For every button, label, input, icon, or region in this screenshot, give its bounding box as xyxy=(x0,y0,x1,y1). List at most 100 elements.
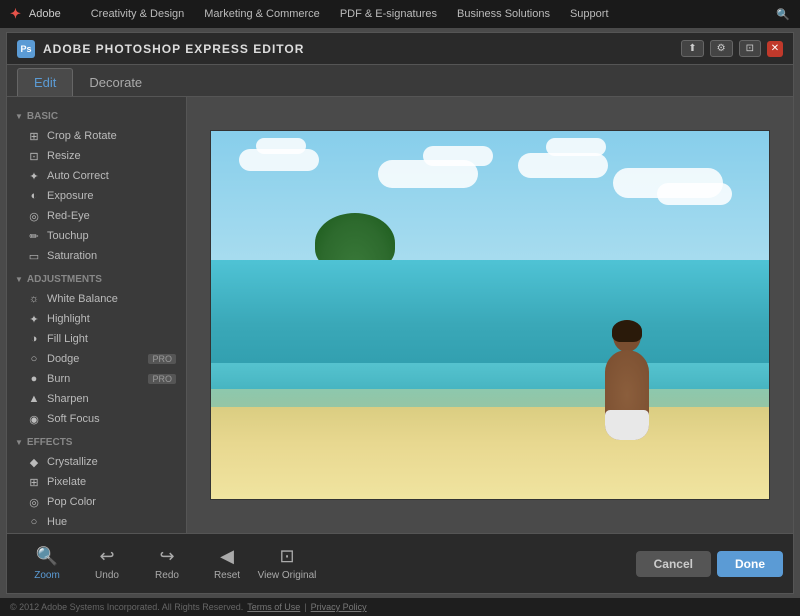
sidebar-item-pop-color[interactable]: ◎ Pop Color xyxy=(7,492,186,512)
main-body: ▼ BASIC ⊞ Crop & Rotate ⊡ Resize ✦ Auto … xyxy=(7,97,793,533)
footer-privacy-link[interactable]: Privacy Policy xyxy=(311,602,367,612)
person-hair xyxy=(612,320,642,342)
nav-pdf[interactable]: PDF & E-signatures xyxy=(340,8,437,20)
highlight-icon: ✦ xyxy=(27,312,41,326)
crop-rotate-icon: ⊞ xyxy=(27,129,41,143)
sidebar: ▼ BASIC ⊞ Crop & Rotate ⊡ Resize ✦ Auto … xyxy=(7,97,187,533)
crystallize-icon: ◆ xyxy=(27,455,41,469)
top-navigation: ✦ Adobe Creativity & Design Marketing & … xyxy=(0,0,800,28)
tool-zoom[interactable]: 🔍 Zoom xyxy=(17,539,77,589)
sidebar-item-white-balance[interactable]: ☼ White Balance xyxy=(7,289,186,309)
sidebar-item-burn[interactable]: ● Burn PRO xyxy=(7,369,186,389)
person-body xyxy=(605,350,649,440)
nav-marketing[interactable]: Marketing & Commerce xyxy=(204,8,320,20)
cloud-5 xyxy=(518,153,608,178)
editor-header: Ps ADOBE PHOTOSHOP EXPRESS EDITOR ⬆ ⚙ ⊡ … xyxy=(7,33,793,65)
resize-label: Resize xyxy=(47,150,81,162)
section-adjustments[interactable]: ▼ ADJUSTMENTS xyxy=(7,270,186,289)
auto-correct-icon: ✦ xyxy=(27,169,41,183)
tab-edit[interactable]: Edit xyxy=(17,68,73,96)
sidebar-item-dodge[interactable]: ○ Dodge PRO xyxy=(7,349,186,369)
layout-button[interactable]: ⊡ xyxy=(739,40,761,57)
sharpen-label: Sharpen xyxy=(47,393,89,405)
zoom-label: Zoom xyxy=(34,570,60,581)
close-button[interactable]: ✕ xyxy=(767,41,783,57)
sidebar-item-soft-focus[interactable]: ◉ Soft Focus xyxy=(7,409,186,429)
pixelate-label: Pixelate xyxy=(47,476,86,488)
sidebar-item-highlight[interactable]: ✦ Highlight xyxy=(7,309,186,329)
nav-support[interactable]: Support xyxy=(570,8,609,20)
dodge-badge: PRO xyxy=(148,354,176,364)
sidebar-item-red-eye[interactable]: ◎ Red-Eye xyxy=(7,206,186,226)
nav-creativity[interactable]: Creativity & Design xyxy=(91,8,185,20)
sidebar-item-pixelate[interactable]: ⊞ Pixelate xyxy=(7,472,186,492)
section-adjustments-label: ADJUSTMENTS xyxy=(27,274,102,285)
editor-title: ADOBE PHOTOSHOP EXPRESS EDITOR xyxy=(43,42,304,56)
redo-label: Redo xyxy=(155,570,179,581)
share-button[interactable]: ⬆ xyxy=(681,40,703,57)
footer-terms-link[interactable]: Terms of Use xyxy=(247,602,300,612)
sidebar-item-hue[interactable]: ○ Hue xyxy=(7,512,186,532)
tool-undo[interactable]: ↩ Undo xyxy=(77,539,137,589)
tab-decorate[interactable]: Decorate xyxy=(73,69,158,96)
sidebar-item-sharpen[interactable]: ▲ Sharpen xyxy=(7,389,186,409)
crop-rotate-label: Crop & Rotate xyxy=(47,130,117,142)
resize-icon: ⊡ xyxy=(27,149,41,163)
tool-reset[interactable]: ◀ Reset xyxy=(197,539,257,589)
header-icons: ⬆ ⚙ ⊡ ✕ xyxy=(681,40,783,57)
view-original-label: View Original xyxy=(258,570,317,581)
touchup-icon: ✏ xyxy=(27,229,41,243)
nav-business[interactable]: Business Solutions xyxy=(457,8,550,20)
tool-view-original[interactable]: ⊡ View Original xyxy=(257,539,317,589)
photoshop-icon: Ps xyxy=(17,40,35,58)
sidebar-item-crystallize[interactable]: ◆ Crystallize xyxy=(7,452,186,472)
crystallize-label: Crystallize xyxy=(47,456,98,468)
dodge-icon: ○ xyxy=(27,352,41,366)
exposure-icon: ◐ xyxy=(27,189,41,203)
fill-light-icon: ◑ xyxy=(27,332,41,346)
sidebar-item-auto-correct[interactable]: ✦ Auto Correct xyxy=(7,166,186,186)
sidebar-item-touchup[interactable]: ✏ Touchup xyxy=(7,226,186,246)
reset-label: Reset xyxy=(214,570,240,581)
footer-separator: | xyxy=(304,602,306,612)
footer: © 2012 Adobe Systems Incorporated. All R… xyxy=(0,598,800,616)
sidebar-item-saturation[interactable]: ▭ Saturation xyxy=(7,246,186,266)
red-eye-label: Red-Eye xyxy=(47,210,90,222)
undo-label: Undo xyxy=(95,570,119,581)
soft-focus-label: Soft Focus xyxy=(47,413,100,425)
adobe-brand-text: Adobe xyxy=(29,8,61,20)
nav-links: Creativity & Design Marketing & Commerce… xyxy=(91,8,609,20)
touchup-label: Touchup xyxy=(47,230,89,242)
zoom-icon: 🔍 xyxy=(36,546,58,567)
cancel-button[interactable]: Cancel xyxy=(636,551,711,577)
cloud-2 xyxy=(256,138,306,154)
dodge-label: Dodge xyxy=(47,353,79,365)
sidebar-item-fill-light[interactable]: ◑ Fill Light xyxy=(7,329,186,349)
cloud-8 xyxy=(657,183,732,205)
cloud-6 xyxy=(546,138,606,156)
red-eye-icon: ◎ xyxy=(27,209,41,223)
section-basic[interactable]: ▼ BASIC xyxy=(7,107,186,126)
redo-icon: ↪ xyxy=(159,546,174,567)
section-effects-arrow: ▼ xyxy=(15,438,23,447)
undo-icon: ↩ xyxy=(99,546,114,567)
done-button[interactable]: Done xyxy=(717,551,783,577)
section-effects[interactable]: ▼ EFFECTS xyxy=(7,433,186,452)
burn-label: Burn xyxy=(47,373,70,385)
editor-container: Ps ADOBE PHOTOSHOP EXPRESS EDITOR ⬆ ⚙ ⊡ … xyxy=(6,32,794,594)
shallow-water-layer xyxy=(211,363,769,407)
search-icon[interactable]: 🔍 xyxy=(776,8,790,21)
highlight-label: Highlight xyxy=(47,313,90,325)
section-basic-label: BASIC xyxy=(27,111,58,122)
tool-redo[interactable]: ↪ Redo xyxy=(137,539,197,589)
white-balance-label: White Balance xyxy=(47,293,118,305)
pixelate-icon: ⊞ xyxy=(27,475,41,489)
sidebar-item-exposure[interactable]: ◐ Exposure xyxy=(7,186,186,206)
settings-button[interactable]: ⚙ xyxy=(710,40,733,57)
exposure-label: Exposure xyxy=(47,190,93,202)
footer-copyright: © 2012 Adobe Systems Incorporated. All R… xyxy=(10,602,243,612)
canvas-area xyxy=(187,97,793,533)
pop-color-icon: ◎ xyxy=(27,495,41,509)
sidebar-item-crop-rotate[interactable]: ⊞ Crop & Rotate xyxy=(7,126,186,146)
sidebar-item-resize[interactable]: ⊡ Resize xyxy=(7,146,186,166)
